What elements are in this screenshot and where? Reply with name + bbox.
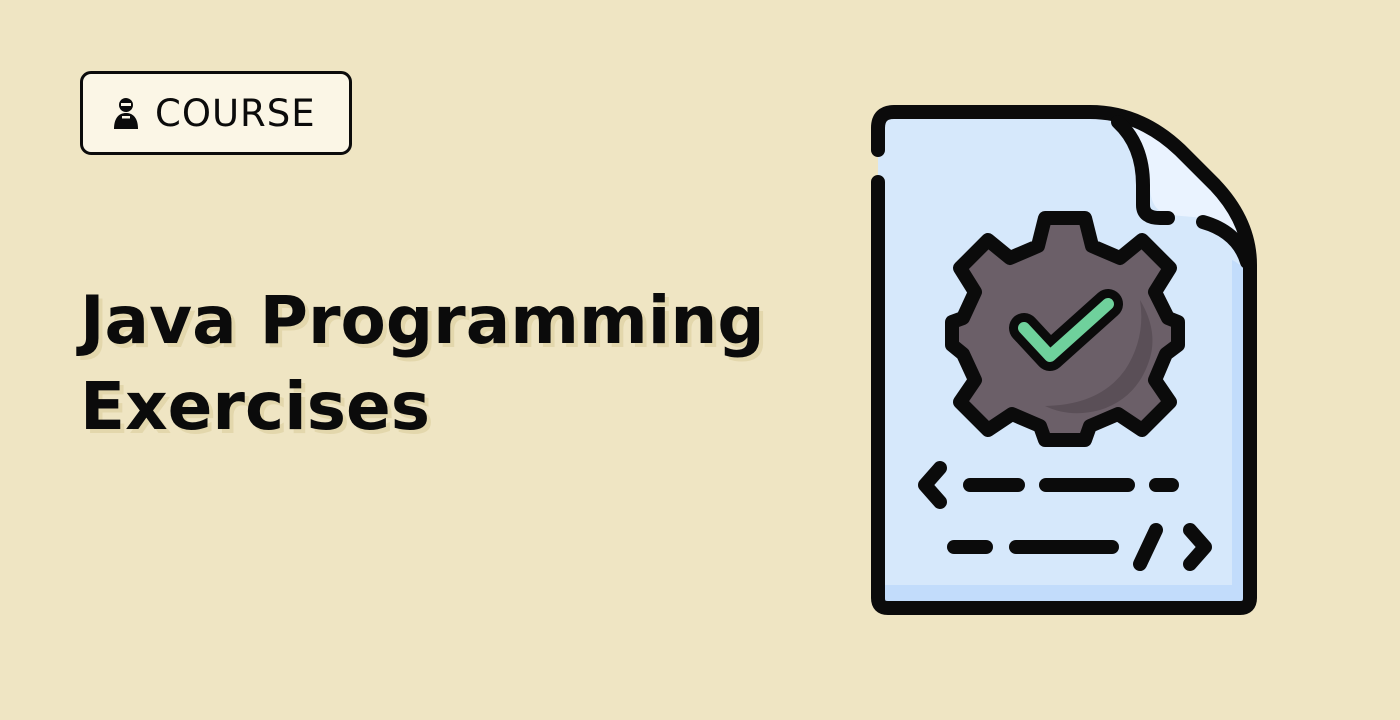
title-line-2: Exercises [80,368,431,445]
student-icon [111,96,141,130]
course-badge: COURSE [80,71,352,155]
title-line-1: Java Programming [80,282,765,359]
page-title: Java Programming Exercises [80,278,780,450]
code-file-settings-icon [860,95,1270,625]
badge-label: COURSE [155,91,316,135]
gear-icon [945,211,1185,447]
